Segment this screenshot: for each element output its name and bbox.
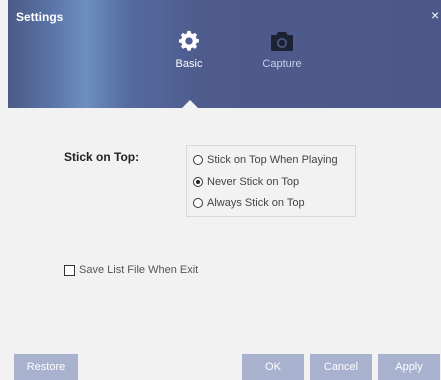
apply-button[interactable]: Apply — [378, 354, 440, 380]
stick-on-top-group: Stick on Top When Playing Never Stick on… — [186, 145, 356, 217]
close-icon[interactable]: × — [431, 8, 441, 22]
gear-icon — [178, 30, 199, 51]
save-list-label: Save List File When Exit — [79, 264, 199, 276]
tab-capture[interactable]: Capture — [252, 30, 312, 70]
stick-on-top-label: Stick on Top: — [64, 150, 140, 164]
radio-stick-when-playing[interactable]: Stick on Top When Playing — [193, 152, 338, 168]
dialog-title: Settings — [16, 10, 64, 24]
settings-dialog: Settings × Basic Capture Stick on Top: S… — [0, 0, 441, 380]
save-list-checkbox[interactable] — [64, 264, 75, 276]
active-tab-pointer — [182, 100, 198, 108]
save-list-checkbox-row[interactable]: Save List File When Exit — [64, 264, 198, 276]
radio-button[interactable] — [193, 177, 203, 187]
radio-button[interactable] — [193, 198, 203, 208]
restore-button[interactable]: Restore — [14, 354, 78, 380]
radio-label: Never Stick on Top — [207, 176, 300, 188]
tab-basic-label: Basic — [175, 58, 203, 70]
radio-always-stick[interactable]: Always Stick on Top — [193, 195, 305, 211]
radio-button[interactable] — [193, 155, 203, 165]
radio-never-stick[interactable]: Never Stick on Top — [193, 174, 299, 190]
tab-basic[interactable]: Basic — [159, 30, 219, 70]
ok-button[interactable]: OK — [242, 354, 304, 380]
header-bar: Settings × Basic Capture — [8, 0, 441, 108]
radio-label: Always Stick on Top — [207, 197, 305, 209]
radio-label: Stick on Top When Playing — [207, 154, 338, 166]
cancel-button[interactable]: Cancel — [310, 354, 372, 380]
tab-capture-label: Capture — [262, 58, 302, 70]
camera-icon — [271, 32, 293, 51]
